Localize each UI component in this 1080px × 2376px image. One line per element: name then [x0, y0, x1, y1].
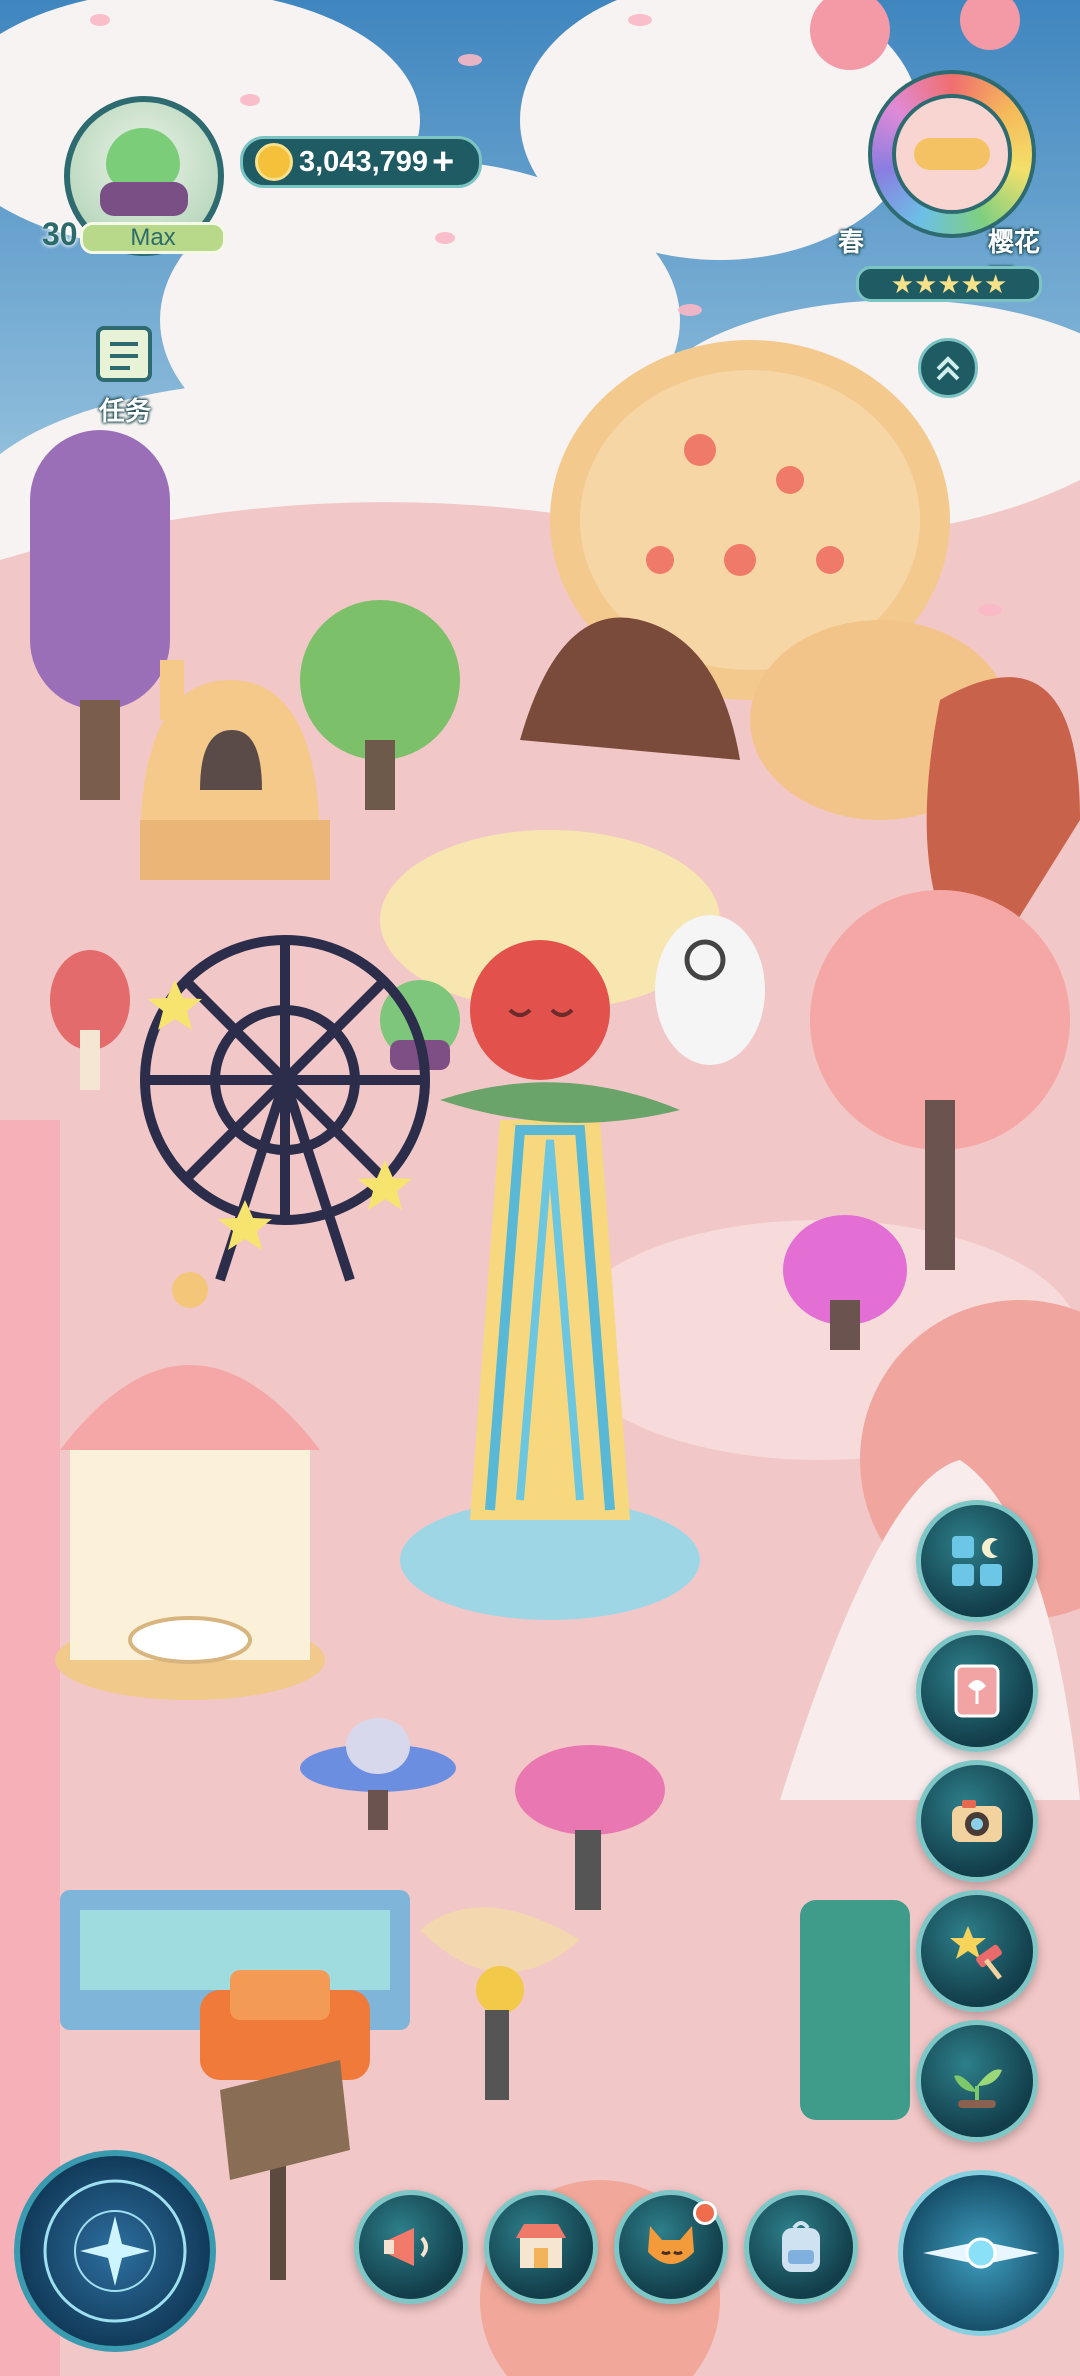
- frog-avatar-icon: [106, 128, 180, 190]
- backpack-icon: [782, 2221, 820, 2272]
- megaphone-icon: [384, 2228, 428, 2266]
- season-label: 春: [838, 227, 865, 257]
- tulip-book-icon: [954, 1664, 1000, 1718]
- player-level-label: Max: [130, 224, 176, 251]
- compass-needle-icon: [923, 2237, 1039, 2269]
- quest-button[interactable]: 任务: [82, 320, 168, 428]
- season-widget[interactable]: 春 樱花雨 ★★★★★: [830, 70, 1060, 310]
- theme-menu-button[interactable]: [916, 1500, 1038, 1622]
- cloud-weather-icon: [892, 94, 1012, 214]
- megaphone-button[interactable]: [354, 2190, 468, 2304]
- gold-amount: 3,043,799: [299, 145, 429, 178]
- backpack-button[interactable]: [744, 2190, 858, 2304]
- navigation-compass-button[interactable]: [898, 2170, 1064, 2336]
- expand-widget-button[interactable]: [918, 338, 978, 398]
- camera-button[interactable]: [916, 1760, 1038, 1882]
- notification-badge: [693, 2201, 717, 2225]
- quest-scroll-icon: [96, 326, 152, 382]
- gold-counter[interactable]: 3,043,799 +: [240, 136, 482, 188]
- guide-book-button[interactable]: [916, 1630, 1038, 1752]
- player-level: 30: [42, 216, 78, 252]
- quest-label: 任务: [98, 396, 151, 426]
- sprout-icon: [954, 2069, 1002, 2108]
- avatar-scarf: [100, 182, 188, 216]
- fox-icon: [648, 2226, 694, 2264]
- fox-friend-button[interactable]: [614, 2190, 728, 2304]
- camera-icon: [952, 1800, 1002, 1842]
- shop-button[interactable]: [484, 2190, 598, 2304]
- player-level-bar: Max: [80, 222, 226, 254]
- weather-star-rating: ★★★★★: [856, 266, 1042, 302]
- grid-moon-icon: [952, 1536, 1002, 1586]
- add-gold-button[interactable]: +: [432, 143, 454, 181]
- star-hammer-icon: [950, 1926, 1002, 1980]
- shop-icon: [516, 2224, 566, 2268]
- garden-button[interactable]: [916, 2020, 1038, 2142]
- magic-circle-icon: [43, 2179, 187, 2323]
- gold-coin-icon: [255, 143, 293, 181]
- map-compass-button[interactable]: [14, 2150, 216, 2352]
- event-button[interactable]: [916, 1890, 1038, 2012]
- chevron-up-double-icon: [936, 356, 960, 381]
